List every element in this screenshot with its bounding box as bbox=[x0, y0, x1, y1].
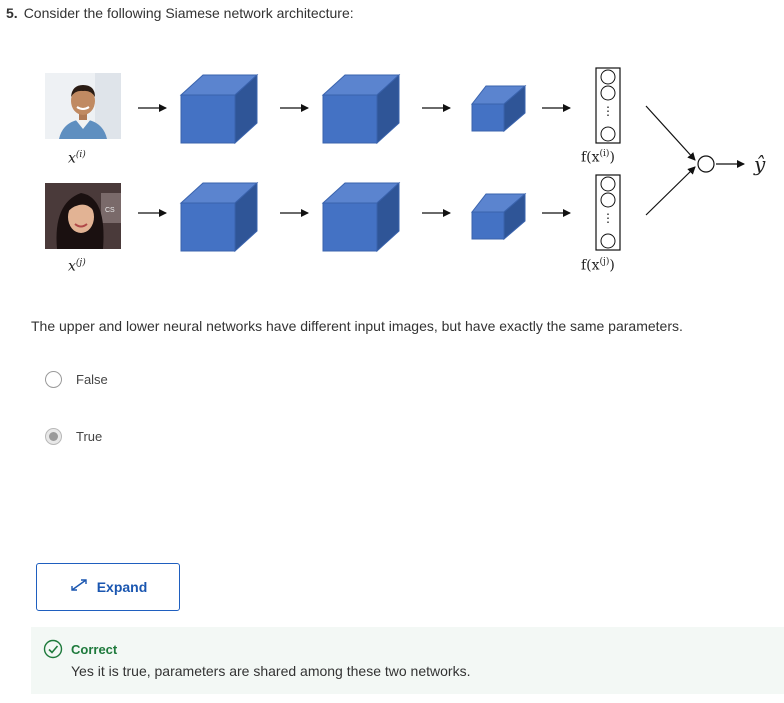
conv-layer-cube bbox=[179, 181, 259, 253]
conv-layer-cube bbox=[321, 73, 401, 145]
radio-button[interactable] bbox=[45, 371, 62, 388]
siamese-network-diagram: CS ⋮ ⋮ x(i) x(j) f(x(i)) f(x(j)) ŷ bbox=[0, 55, 784, 290]
conv-layer-cube bbox=[321, 181, 401, 253]
encoding-vector-bottom: ⋮ bbox=[595, 174, 621, 251]
connector-line bbox=[645, 105, 696, 161]
radio-button-selected[interactable] bbox=[45, 428, 62, 445]
question-number: 5. bbox=[6, 5, 18, 21]
conv-layer-cube bbox=[470, 192, 527, 241]
encoding-bottom-label: f(x(j)) bbox=[581, 257, 615, 274]
feedback-panel: Correct Yes it is true, parameters are s… bbox=[31, 627, 784, 694]
ellipsis: ⋮ bbox=[602, 104, 614, 118]
input-bottom-label: x(j) bbox=[68, 258, 86, 275]
expand-button[interactable]: Expand bbox=[36, 563, 180, 611]
option-label: True bbox=[76, 429, 103, 444]
option-true[interactable]: True bbox=[45, 428, 102, 445]
check-circle-icon bbox=[43, 639, 63, 664]
ellipsis: ⋮ bbox=[602, 211, 614, 225]
feedback-status: Correct bbox=[71, 642, 118, 657]
question-header: 5. Consider the following Siamese network… bbox=[6, 5, 354, 21]
conv-layer-cube bbox=[470, 84, 527, 133]
radio-dot bbox=[49, 432, 58, 441]
expand-label: Expand bbox=[96, 579, 148, 595]
output-label: ŷ bbox=[754, 152, 766, 176]
connector-line bbox=[645, 166, 696, 216]
output-node bbox=[697, 155, 715, 173]
option-label: False bbox=[76, 372, 108, 387]
question-prompt: Consider the following Siamese network a… bbox=[23, 5, 354, 21]
encoding-vector-top: ⋮ bbox=[595, 67, 621, 144]
input-top-label: x(i) bbox=[68, 150, 86, 167]
feedback-message: Yes it is true, parameters are shared am… bbox=[71, 663, 471, 679]
encoding-top-label: f(x(i)) bbox=[581, 149, 615, 166]
question-statement: The upper and lower neural networks have… bbox=[31, 318, 683, 334]
option-false[interactable]: False bbox=[45, 371, 108, 388]
conv-layer-cube bbox=[179, 73, 259, 145]
expand-arrows-icon bbox=[69, 578, 89, 597]
